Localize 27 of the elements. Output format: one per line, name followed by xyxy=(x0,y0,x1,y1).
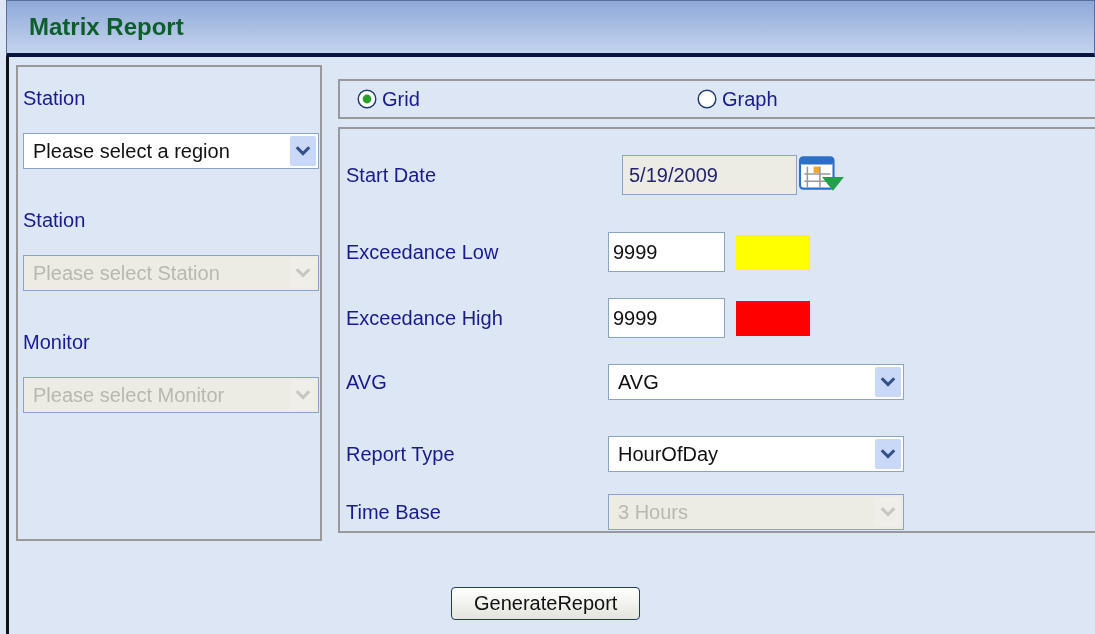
chevron-down-icon xyxy=(875,367,901,397)
page-title: Matrix Report xyxy=(29,13,184,40)
field-label: Start Date xyxy=(346,163,438,187)
field-label: Time Base xyxy=(346,500,442,524)
field-label: AVG xyxy=(346,370,388,394)
field-label: Station xyxy=(23,209,86,233)
radio-option[interactable]: Grid xyxy=(356,87,696,111)
chevron-down-icon xyxy=(875,497,901,527)
generate-report-button[interactable]: GenerateReport xyxy=(451,587,641,620)
chevron-down-icon xyxy=(290,136,316,166)
field-label: Report Type xyxy=(346,442,456,466)
field-label: Monitor xyxy=(23,331,90,355)
number-field[interactable]: 9999 xyxy=(608,298,725,338)
radio-button-icon[interactable] xyxy=(356,88,378,110)
dropdown-field[interactable]: HourOfDay xyxy=(608,436,904,472)
dropdown-field[interactable]: Please select a region xyxy=(23,133,319,169)
field-label: Exceedance Low xyxy=(346,240,500,264)
date-field[interactable]: 5/19/2009 xyxy=(622,155,797,195)
chevron-down-icon xyxy=(290,258,316,288)
field-label: Station xyxy=(23,87,86,111)
chevron-down-icon xyxy=(875,439,901,469)
number-field[interactable]: 9999 xyxy=(608,232,725,272)
radio-button-icon[interactable] xyxy=(696,88,718,110)
chevron-down-icon xyxy=(290,380,316,410)
field-label: Exceedance High xyxy=(346,306,504,330)
dropdown-field[interactable]: AVG xyxy=(608,364,904,400)
radio-option[interactable]: Graph xyxy=(696,87,778,111)
